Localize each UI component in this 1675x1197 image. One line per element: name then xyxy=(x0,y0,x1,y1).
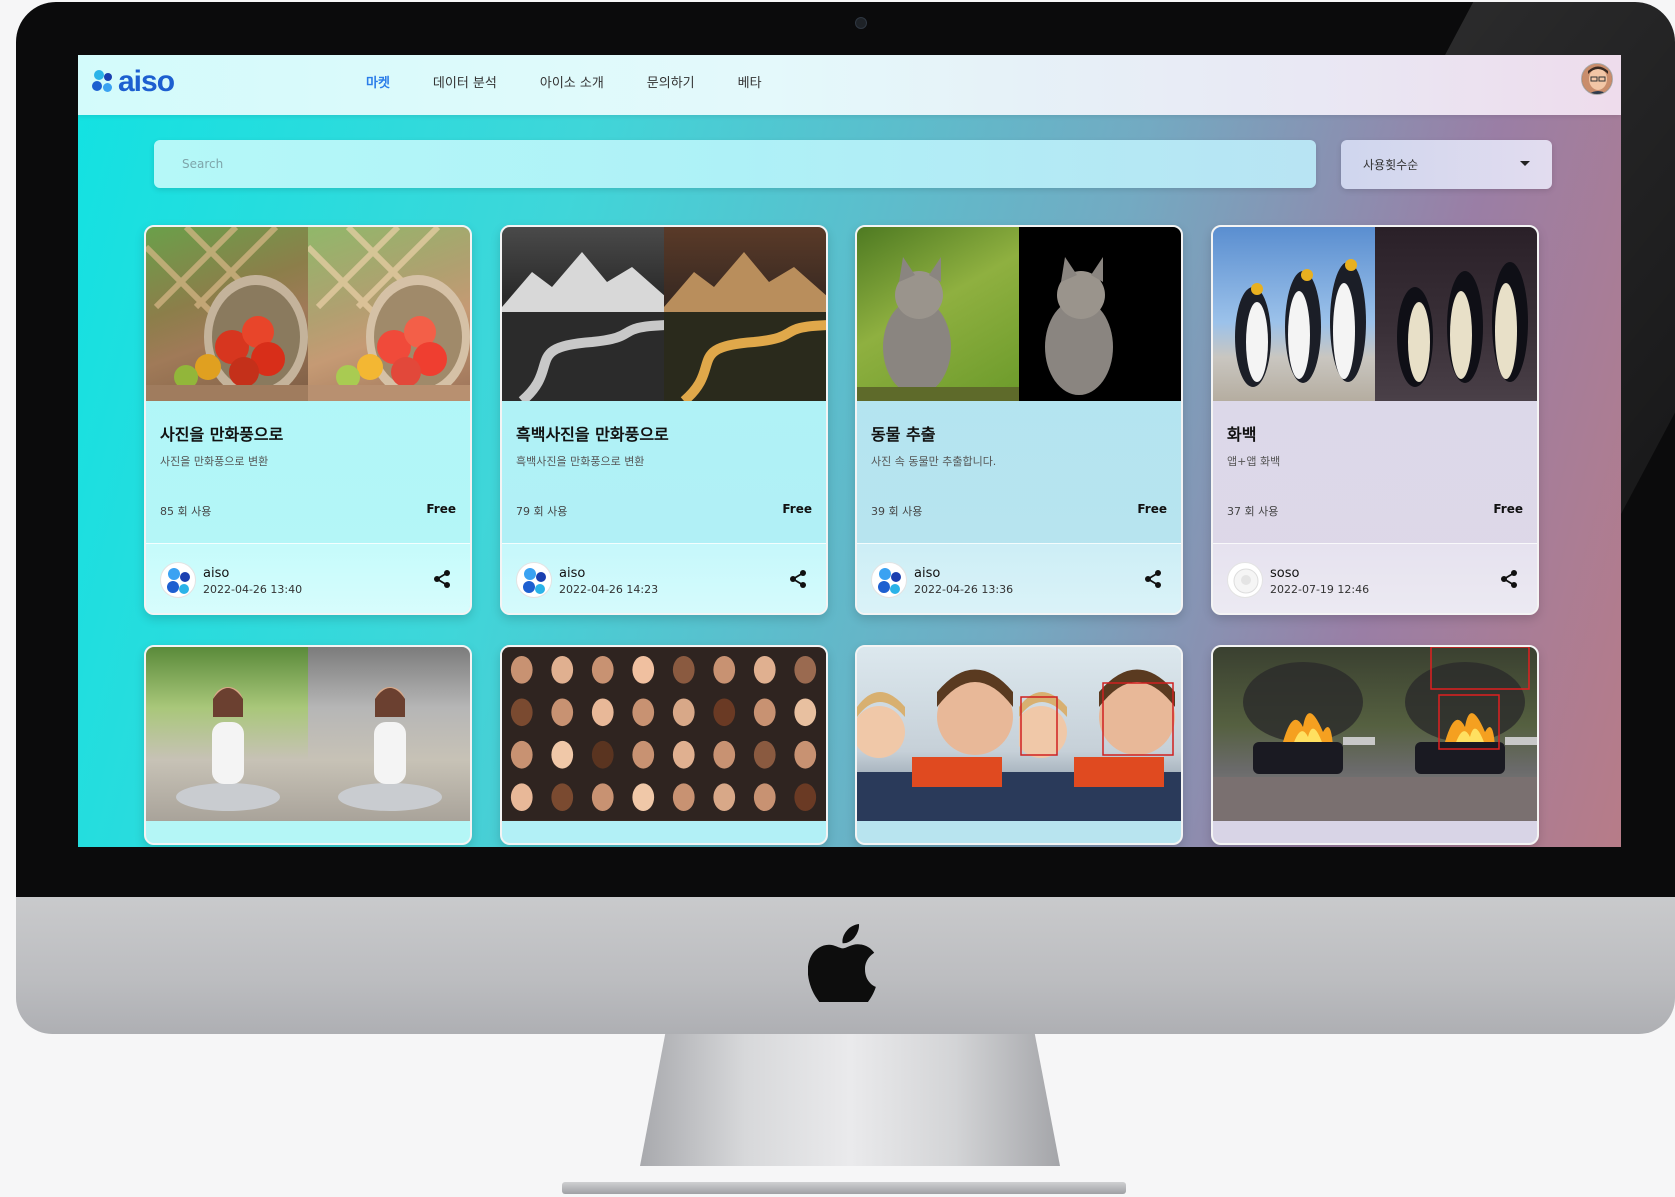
monitor-stand-base xyxy=(562,1182,1126,1194)
author-date: 2022-04-26 14:23 xyxy=(559,583,659,596)
author-avatar xyxy=(1227,562,1263,598)
card-row2-meditation[interactable] xyxy=(144,645,472,845)
author-avatar xyxy=(160,562,196,598)
card-price: Free xyxy=(1137,502,1167,516)
imac-mockup: aiso 마켓 데이터 분석 아이소 소개 문의하기 베타 Search 사용횟… xyxy=(0,0,1675,1197)
card-usage-count: 79 회 사용 xyxy=(516,505,568,518)
top-navbar: aiso 마켓 데이터 분석 아이소 소개 문의하기 베타 xyxy=(78,55,1621,115)
card-title: 흑백사진을 만화풍으로 xyxy=(516,425,669,444)
card-image-kitten xyxy=(857,227,1181,401)
apple-logo-icon xyxy=(808,924,876,1002)
search-input[interactable] xyxy=(154,140,1316,188)
aiso-logo[interactable]: aiso xyxy=(92,65,175,98)
card-description: 사진 속 동물만 추출합니다. xyxy=(871,455,997,468)
card-image-face-grid xyxy=(502,647,826,821)
logo-text: aiso xyxy=(118,65,175,98)
card-body: 동물 추출 사진 속 동물만 추출합니다. 39 회 사용 Free xyxy=(857,401,1181,543)
card-description: 흑백사진을 만화풍으로 변환 xyxy=(516,455,645,468)
share-icon[interactable] xyxy=(432,569,452,589)
author-date: 2022-04-26 13:36 xyxy=(914,583,1014,596)
card-painter[interactable]: 화백 앱+앱 화백 37 회 사용 Free soso 2022-07-19 1… xyxy=(1211,225,1539,615)
card-image-penguins xyxy=(1213,227,1537,401)
nav-item-beta[interactable]: 베타 xyxy=(738,72,762,91)
user-avatar[interactable] xyxy=(1581,63,1613,95)
sort-select[interactable]: 사용횟수순 xyxy=(1341,140,1552,189)
card-image-mountain-river xyxy=(502,227,826,401)
card-usage-count: 85 회 사용 xyxy=(160,505,212,518)
author-date: 2022-04-26 13:40 xyxy=(203,583,303,596)
nav-item-market[interactable]: 마켓 xyxy=(366,72,390,91)
card-image-meditating-woman xyxy=(146,647,470,821)
author-name: aiso xyxy=(203,566,230,581)
card-title: 사진을 만화풍으로 xyxy=(160,425,284,444)
card-title: 화백 xyxy=(1227,425,1257,444)
author-date: 2022-07-19 12:46 xyxy=(1270,583,1370,596)
card-animal-extraction[interactable]: 동물 추출 사진 속 동물만 추출합니다. 39 회 사용 Free aiso … xyxy=(855,225,1183,615)
card-image-burning-car xyxy=(1213,647,1537,821)
monitor-stand xyxy=(640,1034,1060,1166)
author-avatar xyxy=(516,562,552,598)
nav-item-contact[interactable]: 문의하기 xyxy=(647,72,695,91)
card-row2-face-detection[interactable] xyxy=(855,645,1183,845)
author-avatar xyxy=(871,562,907,598)
author-name: soso xyxy=(1270,566,1300,581)
card-usage-count: 37 회 사용 xyxy=(1227,505,1279,518)
logo-dots-icon xyxy=(92,69,116,95)
author-name: aiso xyxy=(559,566,586,581)
card-title: 동물 추출 xyxy=(871,425,936,444)
card-description: 앱+앱 화백 xyxy=(1227,455,1281,468)
card-image-boy-face-detection xyxy=(857,647,1181,821)
card-bw-to-cartoon[interactable]: 흑백사진을 만화풍으로 흑백사진을 만화풍으로 변환 79 회 사용 Free … xyxy=(500,225,828,615)
caret-down-icon xyxy=(1520,161,1530,166)
screen: aiso 마켓 데이터 분석 아이소 소개 문의하기 베타 Search 사용횟… xyxy=(78,55,1621,847)
card-row2-fire-detection[interactable] xyxy=(1211,645,1539,845)
card-description: 사진을 만화풍으로 변환 xyxy=(160,455,269,468)
card-body: 사진을 만화풍으로 사진을 만화풍으로 변환 85 회 사용 Free xyxy=(146,401,470,543)
card-price: Free xyxy=(1493,502,1523,516)
card-footer: soso 2022-07-19 12:46 xyxy=(1213,543,1537,613)
share-icon[interactable] xyxy=(788,569,808,589)
card-price: Free xyxy=(782,502,812,516)
card-photo-to-cartoon[interactable]: 사진을 만화풍으로 사진을 만화풍으로 변환 85 회 사용 Free aiso… xyxy=(144,225,472,615)
card-usage-count: 39 회 사용 xyxy=(871,505,923,518)
card-footer: aiso 2022-04-26 14:23 xyxy=(502,543,826,613)
nav-menu: 마켓 데이터 분석 아이소 소개 문의하기 베타 xyxy=(366,72,805,91)
card-footer: aiso 2022-04-26 13:40 xyxy=(146,543,470,613)
author-name: aiso xyxy=(914,566,941,581)
share-icon[interactable] xyxy=(1143,569,1163,589)
card-body: 흑백사진을 만화풍으로 흑백사진을 만화풍으로 변환 79 회 사용 Free xyxy=(502,401,826,543)
share-icon[interactable] xyxy=(1499,569,1519,589)
card-image-fruit-basket xyxy=(146,227,470,401)
card-body: 화백 앱+앱 화백 37 회 사용 Free xyxy=(1213,401,1537,543)
nav-item-about[interactable]: 아이소 소개 xyxy=(540,72,604,91)
monitor-chin xyxy=(16,897,1675,1034)
card-price: Free xyxy=(426,502,456,516)
card-footer: aiso 2022-04-26 13:36 xyxy=(857,543,1181,613)
sort-selected-label: 사용횟수순 xyxy=(1363,158,1419,172)
card-row2-face-grid[interactable] xyxy=(500,645,828,845)
nav-item-data-analysis[interactable]: 데이터 분석 xyxy=(433,72,497,91)
camera-icon xyxy=(855,17,867,29)
